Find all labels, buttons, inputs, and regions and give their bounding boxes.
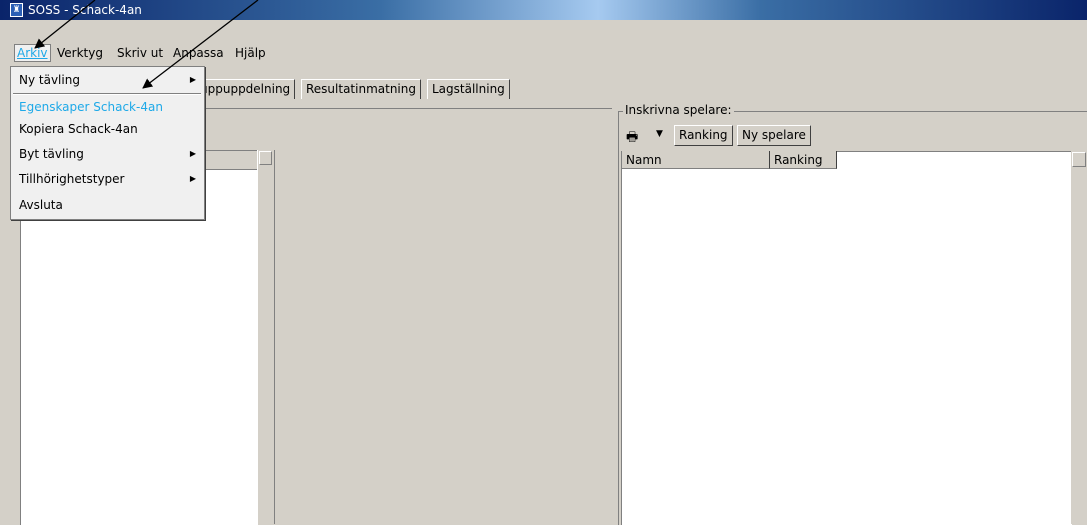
menu-hjalp[interactable]: Hjälp (235, 46, 266, 60)
tab-gruppuppdelning[interactable]: uppuppdelning (196, 79, 296, 99)
chevron-down-icon[interactable]: ▼ (656, 129, 663, 139)
column-header-namn[interactable]: Namn (622, 151, 770, 169)
menu-item-tillhorighetstyper[interactable]: Tillhörighetstyper ▶ (11, 168, 204, 190)
submenu-arrow-icon: ▶ (189, 174, 196, 183)
menu-separator (13, 93, 201, 95)
ranking-button[interactable]: Ranking (674, 125, 733, 146)
menu-arkiv[interactable]: Arkiv (14, 44, 51, 62)
menu-anpassa[interactable]: Anpassa (173, 46, 224, 60)
tab-resultatinmatning[interactable]: Resultatinmatning (301, 79, 421, 99)
title-bar: ♜ SOSS - Schack-4an (0, 0, 1087, 20)
menu-item-egenskaper[interactable]: Egenskaper Schack-4an (11, 96, 204, 118)
menu-item-byt-tavling[interactable]: Byt tävling ▶ (11, 143, 204, 165)
menu-skriv-ut[interactable]: Skriv ut (117, 46, 163, 60)
new-player-button[interactable]: Ny spelare (737, 125, 811, 146)
menu-item-avsluta[interactable]: Avsluta (11, 194, 204, 216)
menu-item-kopiera[interactable]: Kopiera Schack-4an (11, 118, 204, 140)
submenu-arrow-icon: ▶ (189, 149, 196, 158)
players-group-label: Inskrivna spelare: (623, 103, 734, 117)
players-scrollbar[interactable] (1071, 151, 1087, 524)
scroll-up-button[interactable] (259, 151, 272, 165)
players-list[interactable] (621, 151, 1072, 525)
left-scrollbar[interactable] (257, 150, 275, 524)
scroll-up-button[interactable] (1072, 152, 1086, 167)
menu-verktyg[interactable]: Verktyg (57, 46, 103, 60)
window-title: SOSS - Schack-4an (28, 3, 142, 17)
printer-icon[interactable]: 🖶 (626, 128, 638, 150)
column-header-ranking[interactable]: Ranking (770, 151, 837, 169)
menu-bar: Arkiv Verktyg Skriv ut Anpassa Hjälp (0, 42, 1087, 64)
submenu-arrow-icon: ▶ (189, 75, 196, 84)
tab-lagstallning[interactable]: Lagställning (427, 79, 510, 99)
file-menu: Ny tävling ▶ Egenskaper Schack-4an Kopier… (10, 66, 205, 220)
rook-icon[interactable]: ♜ (10, 3, 23, 17)
menu-item-ny-tavling[interactable]: Ny tävling ▶ (11, 69, 204, 91)
